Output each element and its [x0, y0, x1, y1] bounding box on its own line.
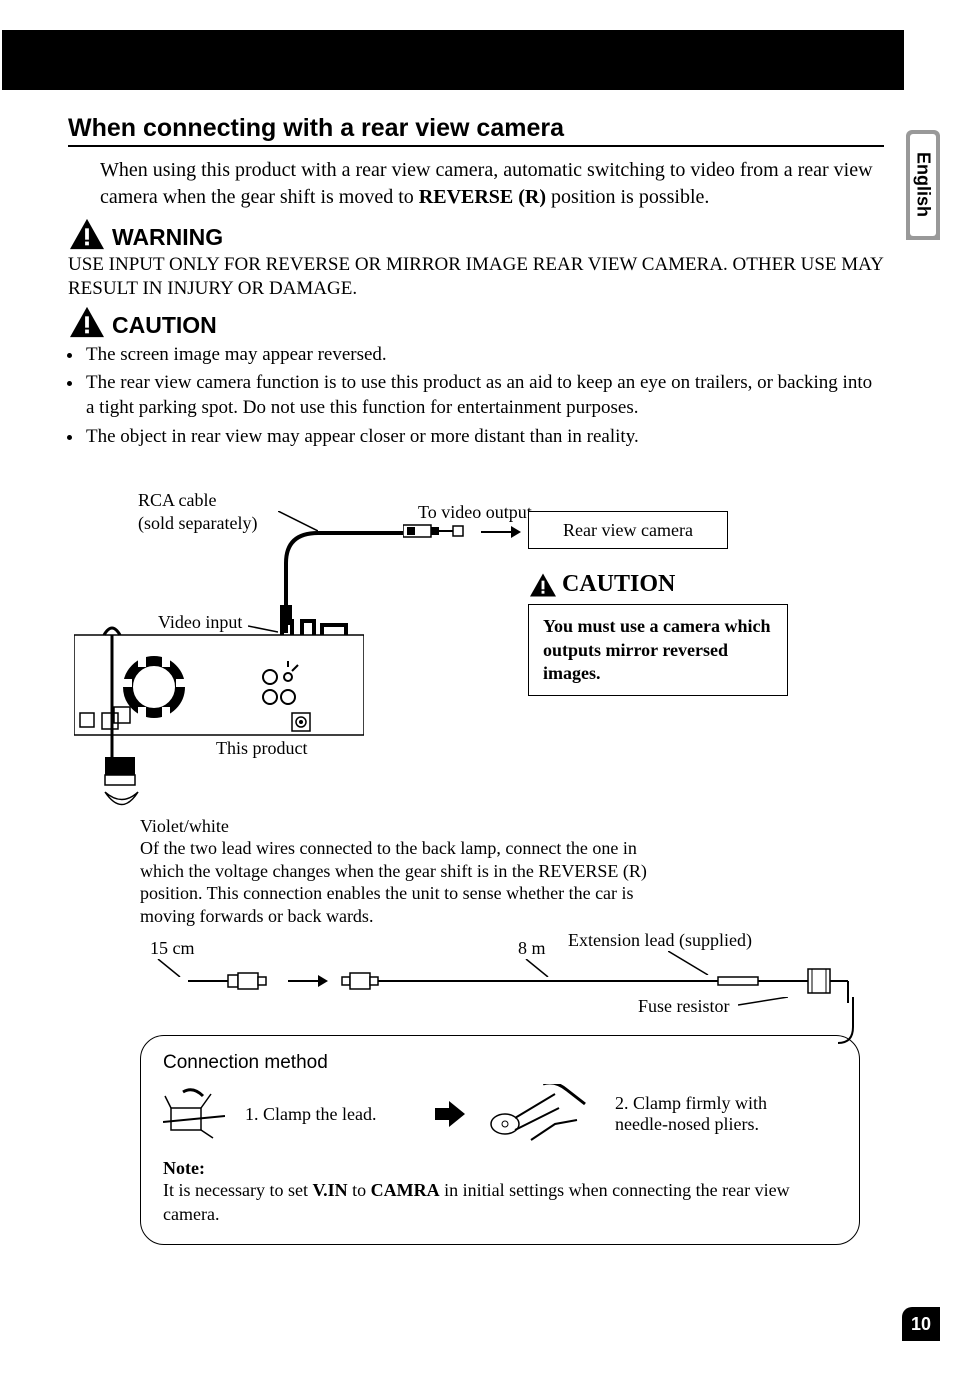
warning-text: USE INPUT ONLY FOR REVERSE OR MIRROR IMA…	[68, 253, 884, 301]
bullet-item: The rear view camera function is to use …	[84, 371, 884, 420]
step1-text: 1. Clamp the lead.	[245, 1104, 415, 1125]
violet-white-desc: Of the two lead wires connected to the b…	[140, 837, 680, 927]
connection-method-box: Connection method 1. Clamp the lead.	[140, 1035, 860, 1245]
label-line	[738, 997, 788, 1013]
intro-text-bold: REVERSE (R)	[419, 186, 546, 208]
arrow-right-icon	[435, 1101, 465, 1127]
clamp-step1-icon	[163, 1086, 225, 1142]
section-title: When connecting with a rear view camera	[68, 114, 564, 142]
rca-cable-label: RCA cable(sold separately)	[138, 489, 257, 534]
header-black-bar	[2, 30, 904, 90]
page-number: 10	[902, 1307, 940, 1341]
intro-text-post: position is possible.	[546, 186, 709, 208]
bullet-item: The screen image may appear reversed.	[84, 343, 884, 368]
diagram-caution-block: CAUTION You must use a camera which outp…	[528, 571, 788, 696]
wiring-diagram: RCA cable(sold separately) To video outp…	[68, 479, 884, 1239]
language-label: English	[913, 152, 934, 217]
diagram-caution-body: You must use a camera which outputs mirr…	[528, 604, 788, 696]
connection-method-title: Connection method	[163, 1052, 837, 1074]
warning-label: WARNING	[112, 224, 223, 251]
warning-header: WARNING	[68, 217, 884, 251]
bullet-item: The object in rear view may appear close…	[84, 425, 884, 450]
lead-wire-icon	[102, 617, 162, 817]
language-tab: English	[906, 130, 940, 240]
caution-icon	[68, 305, 106, 339]
lead-hook-icon	[838, 997, 868, 1047]
intro-paragraph: When using this product with a rear view…	[100, 157, 884, 211]
caution-icon	[528, 572, 558, 598]
rca-plug-icon	[403, 521, 523, 543]
this-product-label: This product	[216, 737, 308, 760]
warning-icon	[68, 217, 106, 251]
section-title-row: When connecting with a rear view camera	[68, 114, 884, 147]
length-8m: 8 m	[518, 937, 546, 960]
note-text: It is necessary to set V.IN to CAMRA in …	[163, 1179, 837, 1226]
note-label: Note:	[163, 1158, 837, 1179]
step2-text: 2. Clamp firmly with needle-nosed pliers…	[615, 1093, 795, 1135]
caution-label: CAUTION	[112, 312, 217, 339]
caution-bullet-list: The screen image may appear reversed. Th…	[84, 343, 884, 450]
fuse-resistor-label: Fuse resistor	[638, 995, 730, 1018]
length-15cm: 15 cm	[150, 937, 195, 960]
label-line	[150, 959, 190, 977]
caution-header: CAUTION	[68, 305, 884, 339]
extension-lead-label: Extension lead (supplied)	[568, 929, 752, 952]
clamp-step2-icon	[485, 1084, 595, 1144]
rear-view-camera-box: Rear view camera	[528, 511, 728, 549]
violet-white-label: Violet/white	[140, 815, 229, 838]
